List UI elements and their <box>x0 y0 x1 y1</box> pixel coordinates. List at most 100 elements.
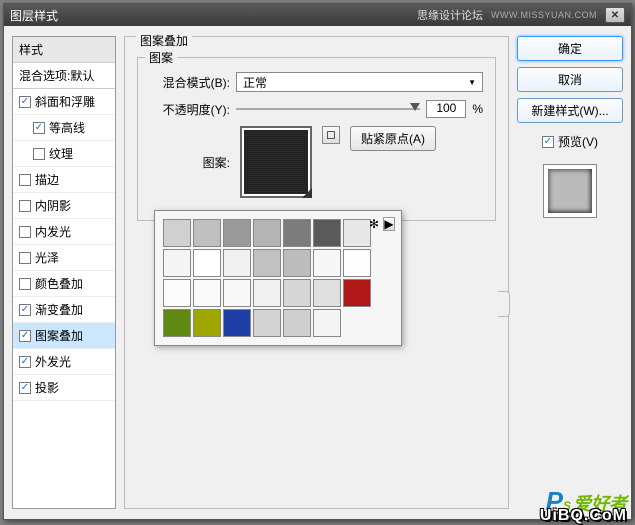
close-icon: ✕ <box>611 10 619 21</box>
blend-mode-combo[interactable]: 正常 ▼ <box>236 72 483 92</box>
pattern-swatch[interactable] <box>193 249 221 277</box>
pattern-swatch[interactable] <box>193 279 221 307</box>
styles-header[interactable]: 样式 <box>13 37 115 63</box>
style-item-8[interactable]: 渐变叠加 <box>13 297 115 323</box>
preview-label: 预览(V) <box>558 133 598 150</box>
preview-checkbox-row[interactable]: 预览(V) <box>542 133 598 150</box>
style-item-10[interactable]: 外发光 <box>13 349 115 375</box>
style-item-4[interactable]: 内阴影 <box>13 193 115 219</box>
pattern-swatch[interactable] <box>163 279 191 307</box>
style-item-label: 内发光 <box>35 223 71 240</box>
blend-options-default[interactable]: 混合选项:默认 <box>13 63 115 89</box>
style-item-3[interactable]: 描边 <box>13 167 115 193</box>
ok-button[interactable]: 确定 <box>517 36 623 61</box>
pattern-swatch[interactable] <box>283 249 311 277</box>
cancel-button[interactable]: 取消 <box>517 67 623 92</box>
preview-thumbnail <box>548 169 592 213</box>
inner-group-title: 图案 <box>145 49 177 66</box>
style-item-5[interactable]: 内发光 <box>13 219 115 245</box>
pattern-swatch[interactable] <box>223 279 251 307</box>
style-item-label: 光泽 <box>35 249 59 266</box>
pattern-swatch[interactable] <box>163 309 191 337</box>
pattern-swatch[interactable] <box>343 279 371 307</box>
pattern-swatch[interactable] <box>313 249 341 277</box>
styles-list: 样式 混合选项:默认 斜面和浮雕等高线纹理描边内阴影内发光光泽颜色叠加渐变叠加图… <box>12 36 116 509</box>
opacity-slider[interactable] <box>236 108 420 110</box>
style-item-label: 投影 <box>35 379 59 396</box>
percent-label: % <box>472 102 483 116</box>
style-item-label: 内阴影 <box>35 197 71 214</box>
pattern-swatch[interactable] <box>163 219 191 247</box>
style-checkbox[interactable] <box>19 200 31 212</box>
style-item-label: 图案叠加 <box>35 327 83 344</box>
style-item-6[interactable]: 光泽 <box>13 245 115 271</box>
style-item-label: 纹理 <box>49 145 73 162</box>
pattern-swatch[interactable] <box>283 309 311 337</box>
style-checkbox[interactable] <box>33 148 45 160</box>
pattern-swatch[interactable] <box>223 309 251 337</box>
pattern-label: 图案: <box>150 154 230 171</box>
style-item-label: 斜面和浮雕 <box>35 93 95 110</box>
group-title: 图案叠加 <box>136 32 192 49</box>
slider-thumb-icon[interactable] <box>410 103 420 111</box>
pattern-swatch[interactable] <box>253 219 281 247</box>
pattern-swatch[interactable] <box>283 279 311 307</box>
style-item-7[interactable]: 颜色叠加 <box>13 271 115 297</box>
style-item-label: 等高线 <box>49 119 85 136</box>
gear-icon[interactable]: ✻ <box>369 217 379 231</box>
pattern-swatch[interactable] <box>253 309 281 337</box>
style-item-label: 渐变叠加 <box>35 301 83 318</box>
blend-mode-label: 混合模式(B): <box>150 74 230 91</box>
style-item-2[interactable]: 纹理 <box>13 141 115 167</box>
opacity-label: 不透明度(Y): <box>150 101 230 118</box>
style-checkbox[interactable] <box>19 174 31 186</box>
pattern-swatch[interactable] <box>223 249 251 277</box>
preview-box <box>543 164 597 218</box>
style-checkbox[interactable] <box>19 252 31 264</box>
preview-checkbox[interactable] <box>542 136 554 148</box>
pattern-swatch[interactable] <box>193 309 221 337</box>
style-checkbox[interactable] <box>19 382 31 394</box>
pattern-swatch[interactable] <box>343 249 371 277</box>
new-preset-button[interactable] <box>322 126 340 144</box>
pattern-swatch[interactable] <box>343 219 371 247</box>
style-checkbox[interactable] <box>33 122 45 134</box>
style-item-0[interactable]: 斜面和浮雕 <box>13 89 115 115</box>
style-item-label: 颜色叠加 <box>35 275 83 292</box>
opacity-input[interactable]: 100 <box>426 100 466 118</box>
style-item-label: 描边 <box>35 171 59 188</box>
titlebar: 图层样式 思缘设计论坛 WWW.MISSYUAN.COM ✕ <box>4 4 631 26</box>
pattern-swatch[interactable] <box>313 219 341 247</box>
style-checkbox[interactable] <box>19 330 31 342</box>
pattern-swatch-grid <box>163 219 393 337</box>
style-item-9[interactable]: 图案叠加 <box>13 323 115 349</box>
pattern-swatch[interactable] <box>253 249 281 277</box>
style-checkbox[interactable] <box>19 226 31 238</box>
pattern-thumbnail[interactable] <box>240 126 312 198</box>
pattern-swatch[interactable] <box>313 309 341 337</box>
action-panel: 确定 取消 新建样式(W)... 预览(V) <box>517 36 623 509</box>
style-item-1[interactable]: 等高线 <box>13 115 115 141</box>
flyout-menu-button[interactable]: ▶ <box>383 217 395 231</box>
pattern-picker-popup: ✻ ▶ <box>154 210 402 346</box>
style-item-11[interactable]: 投影 <box>13 375 115 401</box>
pattern-swatch[interactable] <box>193 219 221 247</box>
chevron-down-icon: ▼ <box>468 78 476 87</box>
new-style-button[interactable]: 新建样式(W)... <box>517 98 623 123</box>
style-checkbox[interactable] <box>19 304 31 316</box>
style-checkbox[interactable] <box>19 96 31 108</box>
dialog-title: 图层样式 <box>10 7 58 24</box>
pattern-swatch[interactable] <box>223 219 251 247</box>
chevron-right-icon: ▶ <box>384 217 393 231</box>
style-checkbox[interactable] <box>19 278 31 290</box>
pattern-swatch[interactable] <box>253 279 281 307</box>
pattern-swatch[interactable] <box>313 279 341 307</box>
snap-origin-button[interactable]: 贴紧原点(A) <box>350 126 436 151</box>
pattern-swatch[interactable] <box>283 219 311 247</box>
watermark-url: UiBQ.CoM <box>540 507 627 525</box>
square-icon <box>327 131 335 139</box>
pattern-swatch[interactable] <box>163 249 191 277</box>
close-button[interactable]: ✕ <box>605 7 625 23</box>
style-checkbox[interactable] <box>19 356 31 368</box>
brand-text: 思缘设计论坛 <box>417 7 483 23</box>
